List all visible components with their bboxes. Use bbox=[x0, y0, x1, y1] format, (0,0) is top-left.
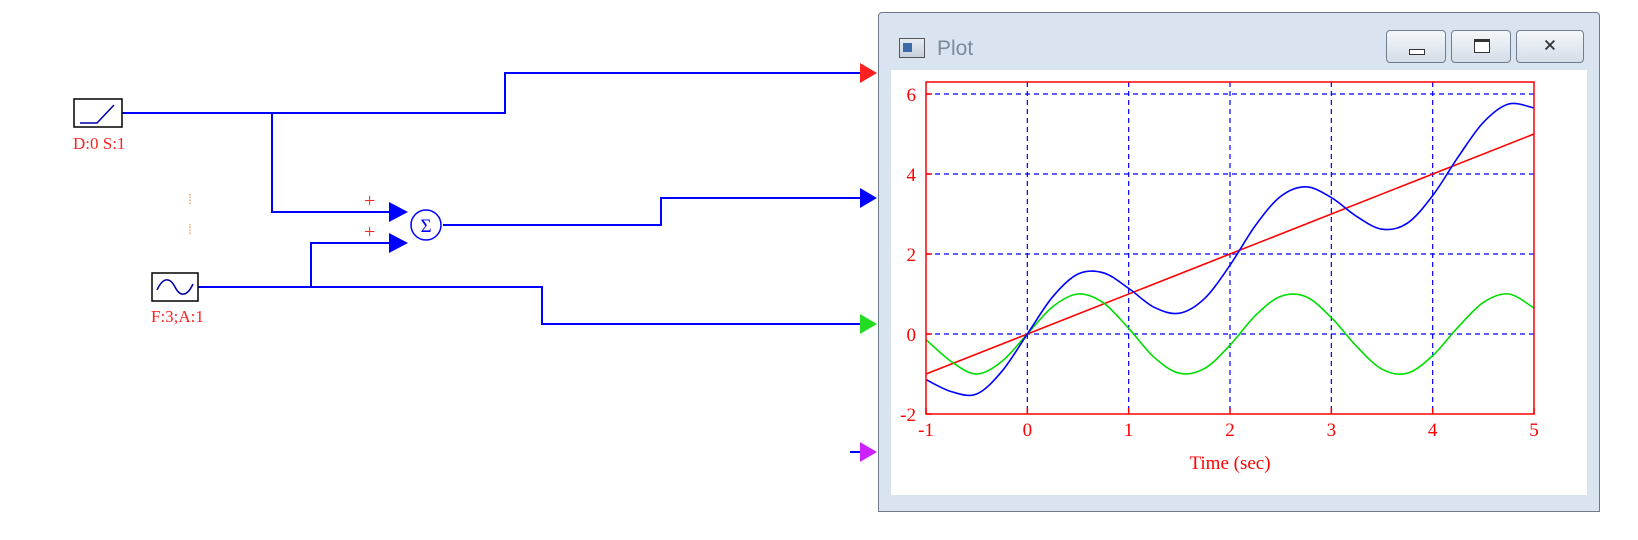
line-chart: -1 0 1 2 3 4 5 -2 0 2 4 6 Time (sec) bbox=[900, 81, 1539, 474]
sum-sign-2: + bbox=[364, 221, 375, 243]
wire-sine-to-sum bbox=[310, 242, 393, 287]
x-tick-label: 1 bbox=[1124, 420, 1134, 441]
sine-block[interactable] bbox=[151, 272, 199, 302]
maximize-button[interactable] bbox=[1451, 30, 1511, 63]
y-tick-label: 6 bbox=[907, 85, 917, 106]
x-tick-label: 5 bbox=[1529, 420, 1539, 441]
x-tick-label: 3 bbox=[1327, 420, 1337, 441]
sum-block[interactable]: Σ bbox=[389, 202, 442, 253]
y-tick-label: 4 bbox=[907, 165, 917, 186]
scope-input-port-4[interactable] bbox=[860, 442, 877, 462]
window-title: Plot bbox=[937, 37, 974, 60]
x-tick-label: 2 bbox=[1225, 420, 1235, 441]
scope-input-port-1[interactable] bbox=[860, 63, 877, 83]
app-window-icon bbox=[899, 38, 925, 58]
y-tick-label: 2 bbox=[907, 245, 917, 266]
window-titlebar[interactable]: Plot 🗙 bbox=[879, 13, 1599, 63]
wire-sum-to-port2 bbox=[443, 197, 860, 226]
ramp-block-label: D:0 S:1 bbox=[73, 134, 126, 153]
wire-ramp-to-port1 bbox=[122, 72, 860, 114]
minimize-button[interactable] bbox=[1386, 30, 1446, 63]
unconnected-port-marker-1: ⁞ bbox=[188, 191, 192, 207]
sigma-icon: Σ bbox=[420, 216, 431, 237]
sum-input-arrow-1 bbox=[389, 202, 408, 222]
minimize-icon bbox=[1409, 49, 1425, 55]
close-icon: 🗙 bbox=[1544, 35, 1556, 53]
x-tick-label: -1 bbox=[918, 420, 934, 441]
scope-input-port-3[interactable] bbox=[860, 314, 877, 334]
sum-input-arrow-2 bbox=[389, 233, 408, 253]
x-tick-label: 0 bbox=[1023, 420, 1033, 441]
y-tick-label: -2 bbox=[900, 405, 916, 426]
x-tick-label: 4 bbox=[1428, 420, 1438, 441]
unconnected-port-marker-2: ⁞ bbox=[188, 221, 192, 237]
sine-block-label: F:3;A:1 bbox=[151, 307, 204, 326]
scope-input-port-2[interactable] bbox=[860, 188, 877, 208]
plot-window[interactable]: Plot 🗙 -1 0 1 2 3 4 5 -2 0 2 4 6 Time (sec) bbox=[878, 12, 1600, 512]
wire-sine-to-port3 bbox=[198, 286, 860, 325]
sum-sign-1: + bbox=[364, 190, 375, 212]
maximize-icon bbox=[1474, 39, 1490, 53]
x-axis-label: Time (sec) bbox=[1189, 453, 1270, 474]
y-tick-label: 0 bbox=[907, 325, 917, 346]
ramp-block[interactable] bbox=[73, 98, 123, 128]
close-button[interactable]: 🗙 bbox=[1516, 30, 1584, 63]
plot-area: -1 0 1 2 3 4 5 -2 0 2 4 6 Time (sec) bbox=[891, 70, 1587, 495]
